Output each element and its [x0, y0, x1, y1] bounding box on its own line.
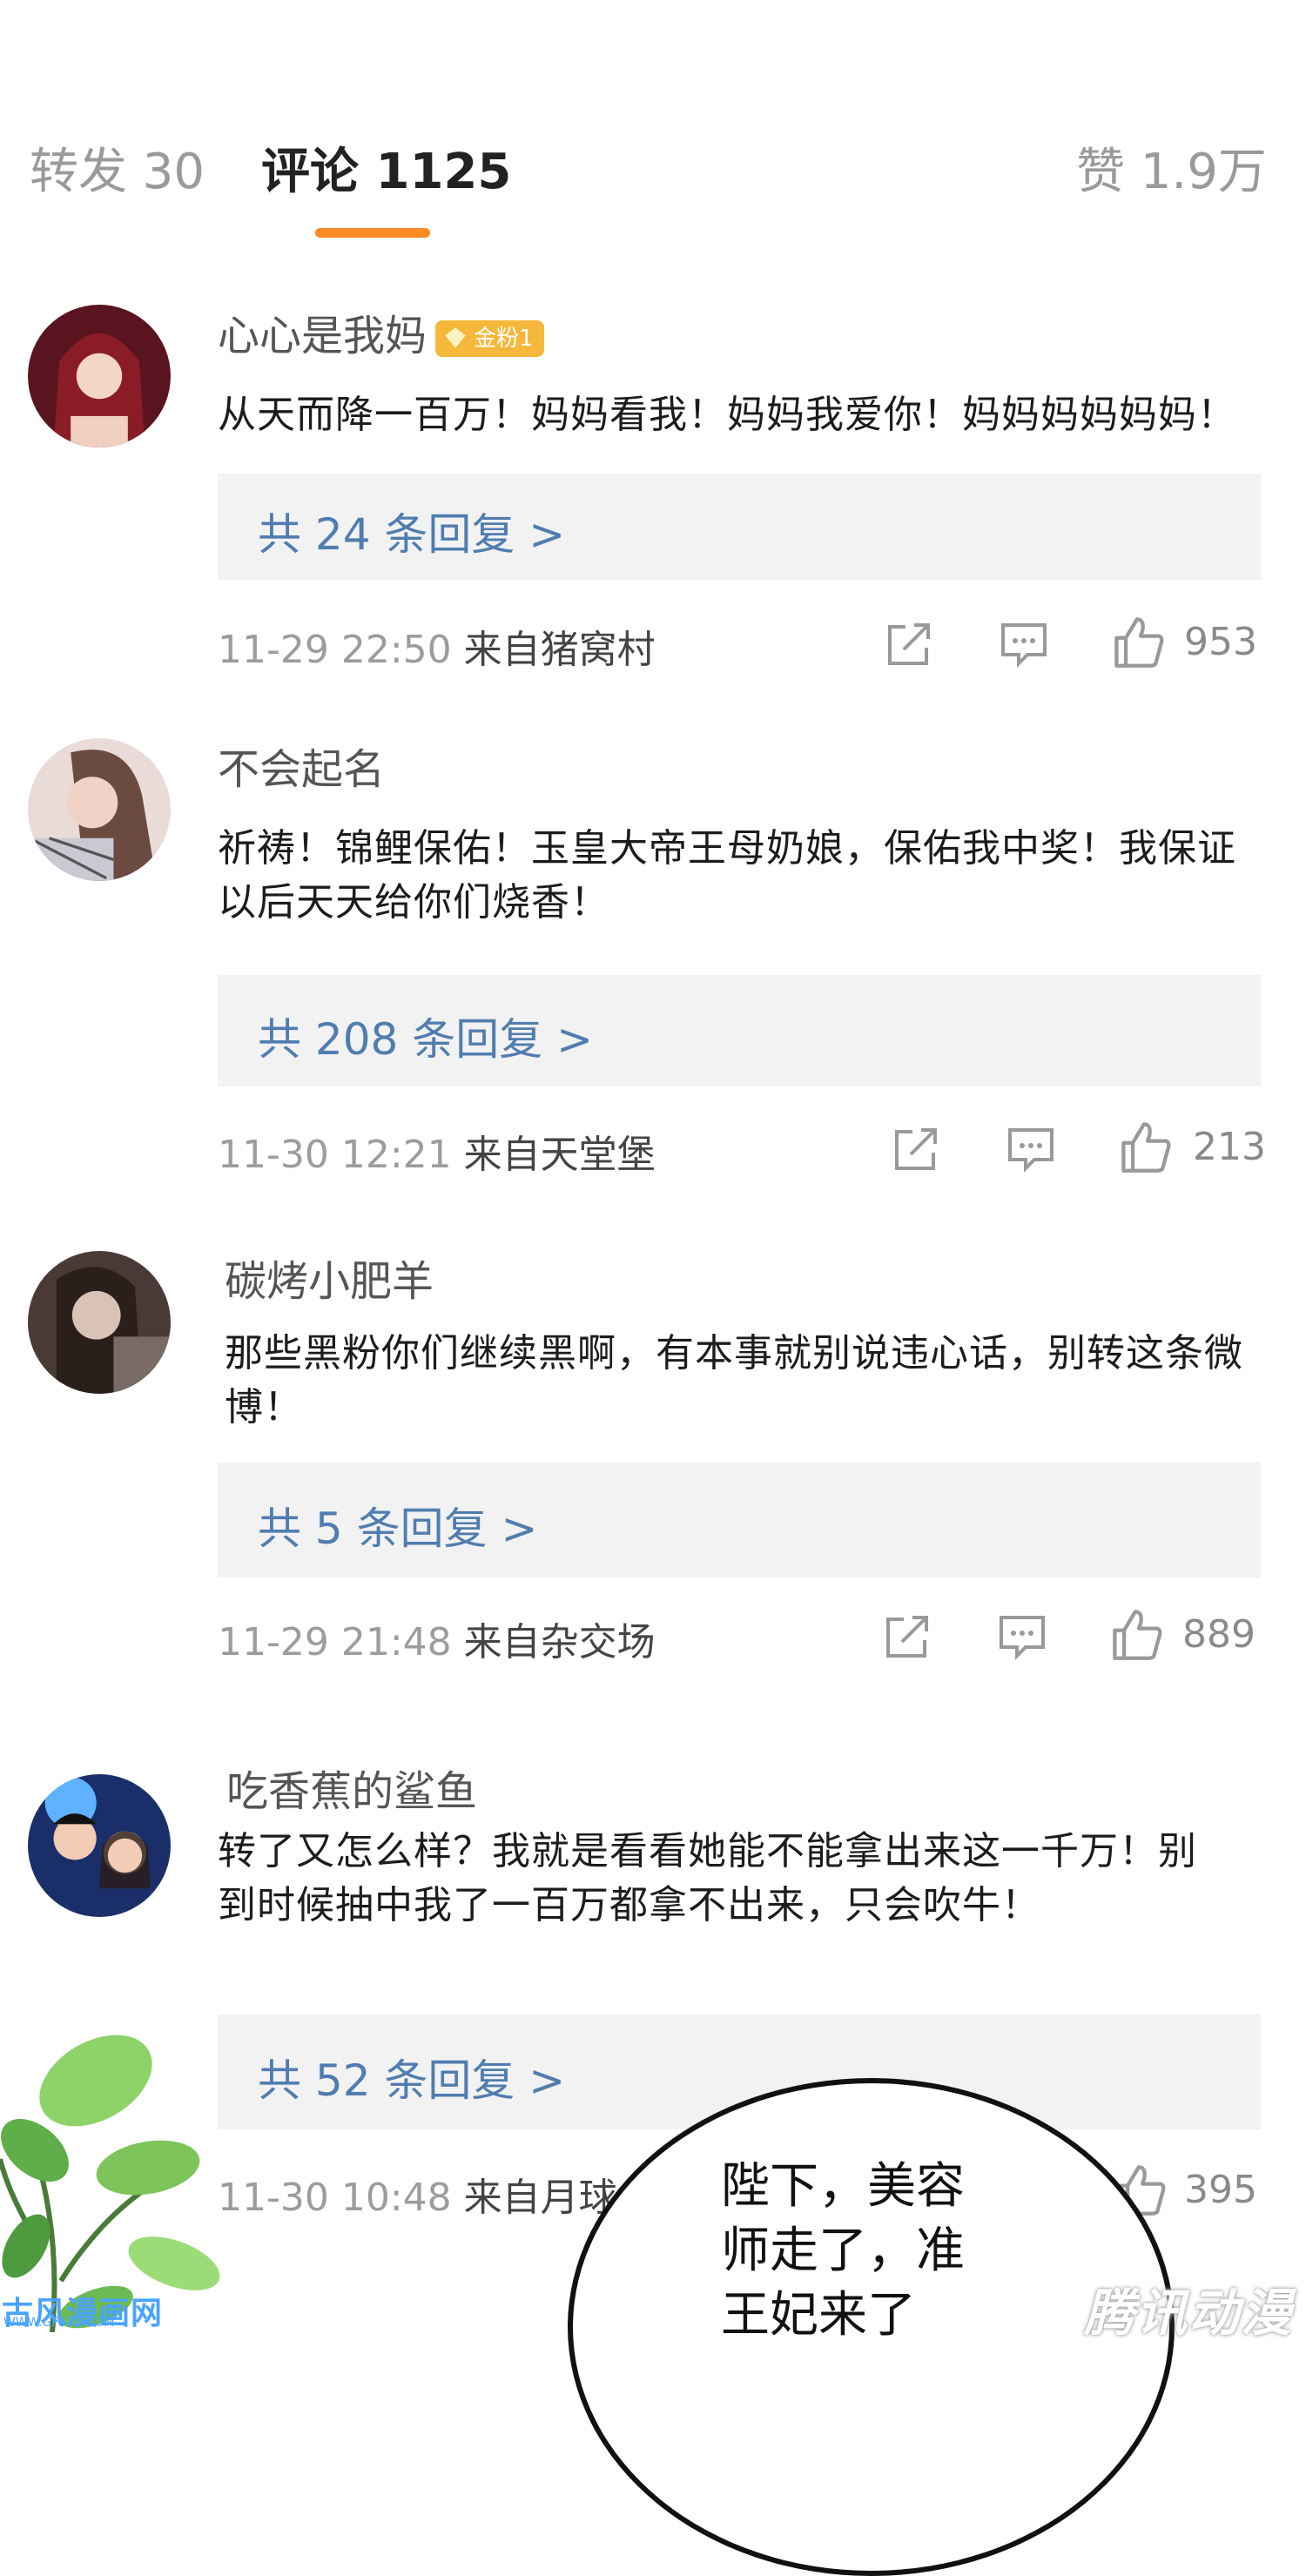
comment-text: 那些黑粉你们继续黑啊，有本事就别说违心话，别转这条微博！: [225, 1331, 1243, 1429]
diamond-icon: [445, 327, 466, 348]
tab-likes[interactable]: 赞 1.9万: [1076, 146, 1267, 198]
share-icon[interactable]: [881, 1611, 933, 1663]
thumbs-up-icon[interactable]: [1109, 1605, 1165, 1663]
active-tab-indicator: [315, 228, 430, 238]
avatar[interactable]: [28, 305, 171, 447]
thumbs-up-icon[interactable]: [1111, 613, 1167, 670]
avatar[interactable]: [28, 738, 171, 881]
comment-text: 从天而降一百万！妈妈看我！妈妈我爱你！妈妈妈妈妈妈！: [218, 393, 1236, 437]
comment-time: 11-30 12:21: [218, 1133, 452, 1177]
avatar[interactable]: [28, 1774, 171, 1917]
username[interactable]: 碳烤小肥羊: [225, 1257, 434, 1306]
speech-bubble-text: 陛下，美容师走了，准王妃来了: [721, 2158, 965, 2344]
fan-badge-label: 金粉1: [474, 326, 534, 352]
comment-meta: 11-29 22:50 来自猪窝村: [218, 618, 656, 674]
like-count: 953: [1184, 620, 1257, 664]
like-count: 889: [1182, 1612, 1256, 1657]
tab-bar: 转发 30 评论 1125 赞 1.9万: [0, 146, 1306, 198]
reply-summary[interactable]: 共 24 条回复 >: [218, 474, 1261, 580]
username[interactable]: 心心是我妈 金粉1: [218, 312, 544, 360]
username-text: 心心是我妈: [218, 312, 427, 360]
username[interactable]: 不会起名: [218, 745, 385, 794]
comment-time: 11-29 21:48: [218, 1620, 452, 1665]
reply-count-link[interactable]: 共 24 条回复 >: [258, 500, 565, 562]
thumbs-up-icon[interactable]: [1118, 1118, 1174, 1175]
share-icon[interactable]: [883, 618, 935, 670]
tab-comments[interactable]: 评论 1125: [261, 146, 511, 198]
comment-meta: 11-29 21:48 来自杂交场: [218, 1611, 656, 1666]
share-icon[interactable]: [890, 1123, 942, 1175]
comment-icon[interactable]: [996, 1611, 1048, 1663]
comment-source: 来自天堂堡: [463, 1133, 656, 1177]
like-count: 213: [1193, 1125, 1266, 1169]
tab-repost[interactable]: 转发 30: [30, 146, 205, 198]
reply-summary[interactable]: 共 5 条回复 >: [218, 1463, 1261, 1577]
reply-count-link[interactable]: 共 5 条回复 >: [258, 1494, 537, 1557]
comment-icon[interactable]: [1005, 1123, 1057, 1175]
avatar[interactable]: [28, 1251, 171, 1394]
comment-time: 11-29 22:50: [218, 628, 452, 672]
reply-summary[interactable]: 共 208 条回复 >: [218, 975, 1261, 1086]
comment-icon[interactable]: [998, 618, 1050, 670]
comment-source: 来自月球: [463, 2176, 617, 2220]
comment-text: 转了又怎么样？我就是看看她能不能拿出来这一千万！别到时候抽中我了一百万都拿不出来…: [218, 1829, 1197, 1927]
comment-source: 来自杂交场: [463, 1620, 656, 1665]
fan-badge: 金粉1: [435, 320, 544, 357]
comment-source: 来自猪窝村: [463, 628, 656, 672]
watermark-url: WWW.GF618.COM: [3, 2316, 115, 2330]
like-count: 395: [1184, 2168, 1257, 2212]
comment-meta: 11-30 12:21 来自天堂堡: [218, 1123, 656, 1179]
watermark-tencent: 腾讯动漫: [1084, 2283, 1294, 2343]
reply-count-link[interactable]: 共 208 条回复 >: [258, 1005, 593, 1067]
username[interactable]: 吃香蕉的鲨鱼: [226, 1767, 477, 1816]
decorative-plant: [0, 2035, 220, 2332]
comment-text: 祈祷！锦鲤保佑！玉皇大帝王母奶娘，保佑我中奖！我保证以后天天给你们烧香！: [218, 826, 1236, 925]
